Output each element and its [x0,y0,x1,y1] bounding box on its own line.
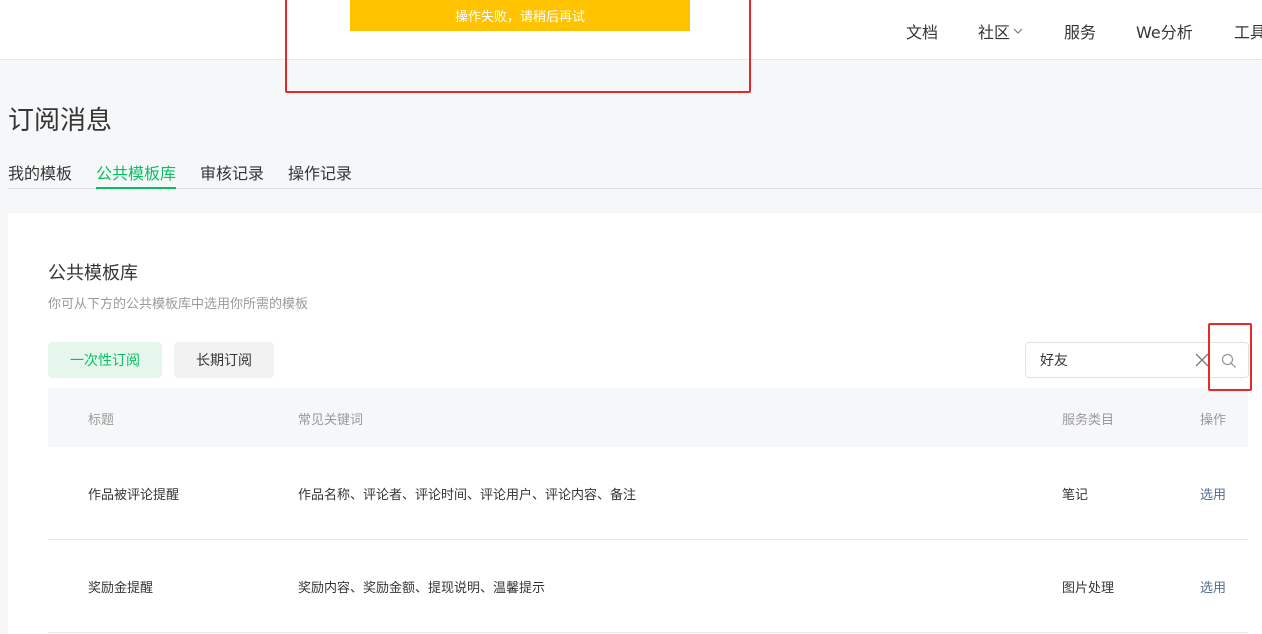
nav-community-label: 社区 [978,23,1011,42]
row-title: 作品被评论提醒 [88,488,180,503]
close-icon[interactable] [1195,353,1209,367]
select-template-link[interactable]: 选用 [1200,577,1226,596]
nav-we-analytics[interactable]: We分析 [1136,19,1193,43]
nav-tools[interactable]: 工具 [1234,19,1262,43]
toast-message: 操作失败，请稍后再试 [454,10,585,25]
error-toast: 操作失败，请稍后再试 [350,0,690,31]
tab-public-library[interactable]: 公共模板库 [96,160,177,189]
row-keywords: 作品名称、评论者、评论时间、评论用户、评论内容、备注 [298,488,637,503]
header-keywords: 常见关键词 [298,413,364,428]
row-title: 奖励金提醒 [88,581,154,596]
table-row: 奖励金提醒 奖励内容、奖励金额、提现说明、温馨提示 图片处理 选用 [48,540,1248,633]
search-icon[interactable] [1221,353,1237,369]
header-action: 操作 [1200,413,1227,428]
row-keywords: 奖励内容、奖励金额、提现说明、温馨提示 [298,581,546,596]
chevron-down-icon [1013,28,1023,34]
table-header: 标题 常见关键词 服务类目 操作 [48,388,1248,447]
tab-operation-records[interactable]: 操作记录 [288,160,352,189]
row-category: 笔记 [1062,488,1089,503]
search-input[interactable] [1040,350,1180,370]
tab-bar: 我的模板 公共模板库 审核记录 操作记录 [8,160,1262,189]
public-library-card: 公共模板库 你可从下方的公共模板库中选用你所需的模板 一次性订阅 长期订阅 标题… [8,213,1262,634]
header-category: 服务类目 [1062,413,1115,428]
one-time-subscription-button[interactable]: 一次性订阅 [48,342,162,378]
tab-my-templates[interactable]: 我的模板 [8,160,72,189]
search-box [1025,342,1249,378]
long-term-subscription-button[interactable]: 长期订阅 [174,342,274,378]
select-template-link[interactable]: 选用 [1200,484,1226,503]
row-category: 图片处理 [1062,581,1115,596]
header-title: 标题 [88,413,115,428]
table-row: 作品被评论提醒 作品名称、评论者、评论时间、评论用户、评论内容、备注 笔记 选用 [48,447,1248,540]
nav-community[interactable]: 社区 [978,19,1023,43]
nav-docs[interactable]: 文档 [906,19,938,43]
tab-review-records[interactable]: 审核记录 [200,160,264,189]
section-title: 公共模板库 [48,263,138,284]
section-description: 你可从下方的公共模板库中选用你所需的模板 [48,297,309,312]
nav-services[interactable]: 服务 [1064,19,1096,43]
page-title: 订阅消息 [8,106,113,136]
